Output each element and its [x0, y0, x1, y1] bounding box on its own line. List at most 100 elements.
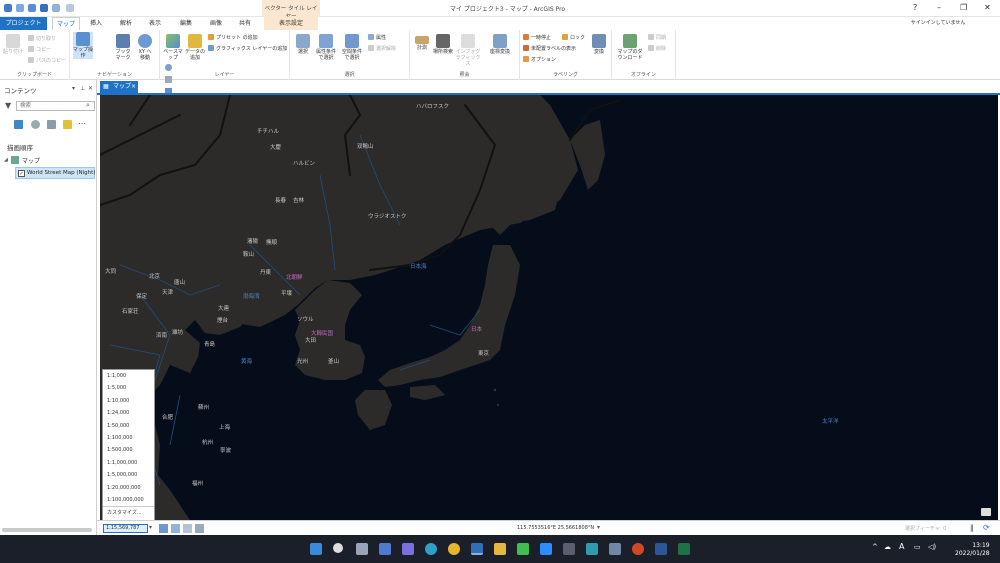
expand-icon[interactable]: ◢ — [4, 157, 8, 163]
scale-option[interactable]: 1:50,000 — [103, 420, 154, 432]
restore-button[interactable]: ❐ — [960, 3, 967, 12]
tab-analysis[interactable]: 解析 — [113, 17, 139, 30]
search-taskbar-icon[interactable] — [333, 543, 343, 553]
measure-button[interactable]: 計測 — [413, 36, 431, 51]
pane-menu-icon[interactable]: ▾ — [72, 85, 75, 92]
task-view-icon[interactable] — [356, 543, 368, 555]
tab-map-view[interactable]: マップ ▦ × — [100, 81, 138, 93]
correction-icon[interactable] — [195, 524, 204, 533]
map-tab-close[interactable]: × — [131, 81, 136, 93]
edge-icon[interactable] — [425, 543, 437, 555]
scale-option[interactable]: 1:5,000 — [103, 382, 154, 394]
signin-link[interactable]: サインインしていません — [906, 17, 970, 30]
tab-project[interactable]: プロジェクト — [0, 17, 47, 30]
tab-insert[interactable]: 挿入 — [84, 17, 108, 30]
infographics-button[interactable]: インフォグラフィックス — [455, 34, 481, 67]
network-icon[interactable]: ▭ — [914, 543, 921, 551]
coordinate-format-icon[interactable]: ▾ — [597, 524, 600, 531]
selection-list-icon[interactable] — [47, 120, 56, 129]
close-button[interactable]: ✕ — [984, 3, 991, 12]
ime-icon[interactable]: A — [899, 542, 904, 551]
view-unplaced-button[interactable]: 未配置ラベルの表示 — [523, 45, 576, 52]
layer-visibility-checkbox[interactable]: ✓ — [18, 170, 25, 177]
layer-item[interactable]: ✓ World Street Map (Night) — [15, 167, 95, 179]
search-input[interactable]: 検索 — [16, 101, 95, 111]
tab-edit[interactable]: 編集 — [173, 17, 199, 30]
more-icon[interactable]: ⋯ — [78, 119, 86, 128]
tab-imagery[interactable]: 画像 — [204, 17, 228, 30]
lock-labels-button[interactable]: ロック — [562, 34, 585, 41]
select-by-location-button[interactable]: 空間条件で選択 — [340, 34, 364, 61]
minimize-button[interactable]: – — [937, 3, 941, 12]
map-canvas[interactable]: ハバロフスク チチハル 大慶 ハルビン 双鴨山 長春 吉林 ウラジオストク 瀋陽… — [100, 95, 998, 520]
scale-dropdown-icon[interactable]: ▾ — [149, 524, 152, 531]
select-button[interactable]: 選択 — [293, 34, 313, 55]
undo-icon[interactable] — [52, 4, 60, 12]
clock[interactable]: 13:19 2022/01/28 — [955, 542, 990, 558]
clear-selection-button[interactable]: 選択解除 — [368, 45, 396, 52]
word-icon[interactable] — [655, 543, 667, 555]
attribution-icon[interactable] — [981, 508, 991, 516]
redo-icon[interactable] — [66, 4, 74, 12]
scale-option[interactable]: 1:100,000,000 — [103, 494, 154, 506]
start-icon[interactable] — [310, 543, 322, 555]
snipping-icon[interactable] — [563, 543, 575, 555]
save-icon[interactable] — [40, 4, 48, 12]
remove-button[interactable]: 削除 — [648, 45, 666, 52]
editing-icon[interactable] — [63, 120, 72, 129]
tab-view[interactable]: 表示 — [143, 17, 167, 30]
filter-icon[interactable]: ▼ — [5, 101, 11, 110]
coordinate-conversion-button[interactable]: 座標変換 — [486, 34, 514, 55]
scale-option[interactable]: 1:5,000,000 — [103, 469, 154, 481]
line-icon[interactable] — [517, 543, 529, 555]
widgets-icon[interactable] — [379, 543, 391, 555]
pane-scrollbar[interactable] — [2, 528, 92, 532]
scale-customize-option[interactable]: カスタマイズ... — [103, 506, 154, 518]
copy-button[interactable]: コピー — [28, 46, 51, 53]
snapping-icon[interactable] — [183, 524, 192, 533]
tab-share[interactable]: 共有 — [232, 17, 258, 30]
scale-option[interactable]: 1:20,000,000 — [103, 482, 154, 494]
pane-close-icon[interactable]: ✕ — [88, 85, 93, 92]
labeling-options-button[interactable]: オプション — [523, 56, 556, 63]
select-by-attribute-button[interactable]: 属性条件で選択 — [314, 34, 338, 61]
scale-option[interactable]: 1:24,000 — [103, 407, 154, 419]
search-icon[interactable]: ⌕ — [86, 101, 90, 110]
goto-xy-button[interactable]: XY へ移動 — [136, 34, 154, 61]
basemap-button[interactable]: ベースマップ — [163, 34, 183, 61]
app-icon-generic[interactable] — [609, 543, 621, 555]
tab-display-settings[interactable]: 表示設定 — [264, 17, 318, 30]
powerpoint-icon[interactable] — [632, 543, 644, 555]
drawing-order-icon[interactable] — [14, 120, 23, 129]
locate-button[interactable]: 場所検索 — [433, 34, 453, 55]
tab-map[interactable]: マップ — [52, 17, 80, 30]
arcgis-pro-icon[interactable] — [471, 543, 483, 555]
attributes-button[interactable]: 属性 — [368, 34, 386, 41]
zoom-icon[interactable] — [540, 543, 552, 555]
help-button[interactable]: ? — [913, 3, 917, 12]
cut-button[interactable]: 切り取り — [28, 35, 56, 42]
open-project-icon[interactable] — [28, 4, 36, 12]
map-node-label[interactable]: マップ — [22, 156, 40, 165]
pause-drawing-icon[interactable]: ‖ — [970, 524, 974, 532]
data-source-icon[interactable] — [31, 120, 40, 129]
convert-labels-button[interactable]: 変換 — [590, 34, 608, 55]
new-project-icon[interactable] — [16, 4, 24, 12]
grid-icon[interactable] — [171, 524, 180, 533]
paste-button[interactable]: 貼り付け — [3, 34, 23, 55]
scale-option[interactable]: 1:1,000,000 — [103, 457, 154, 469]
scale-option[interactable]: 1:1,000 — [103, 370, 154, 382]
chrome-icon[interactable] — [448, 543, 460, 555]
explore-button[interactable]: マップ操作 — [73, 32, 93, 59]
add-preset-button[interactable]: プリセット の追加 — [208, 34, 258, 41]
add-graphics-layer-button[interactable]: グラフィックス レイヤーの追加 — [208, 45, 287, 52]
bookmark-button[interactable]: ブックマーク — [114, 34, 132, 61]
download-map-button[interactable]: マップのダウンロード — [616, 34, 644, 61]
cloud-icon[interactable]: ☁ — [884, 543, 891, 551]
sync-button[interactable]: 同期 — [648, 34, 666, 41]
add-data-button[interactable]: データの追加 — [185, 34, 205, 61]
fixed-scale-icon[interactable] — [159, 524, 168, 533]
excel-icon[interactable] — [678, 543, 690, 555]
pause-labeling-button[interactable]: 一時停止 — [523, 34, 551, 41]
volume-icon[interactable]: ◁) — [928, 543, 936, 551]
